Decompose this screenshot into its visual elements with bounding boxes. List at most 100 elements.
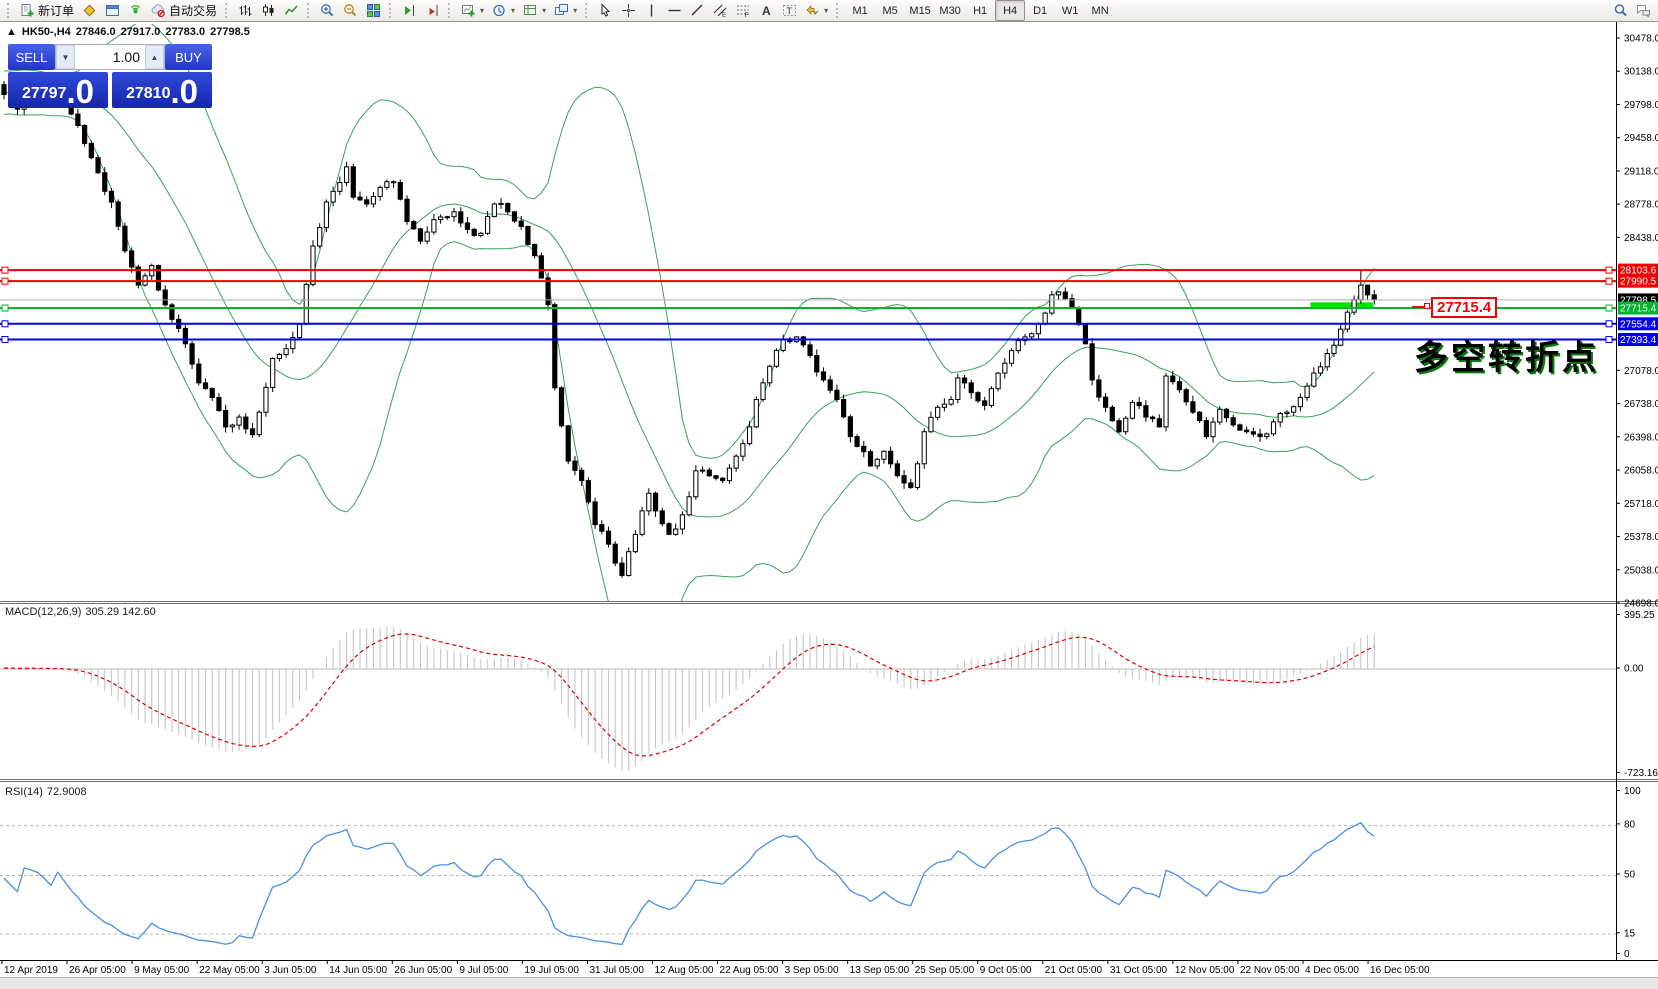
candlestick-chart-button[interactable] bbox=[257, 0, 280, 21]
new-order-button-label: 新订单 bbox=[38, 2, 74, 19]
volume-increase-button[interactable]: ▲ bbox=[145, 45, 164, 69]
svg-text:25718.0: 25718.0 bbox=[1624, 499, 1658, 510]
gold-icon bbox=[82, 3, 97, 18]
line-chart-button[interactable] bbox=[280, 0, 303, 21]
ohlc-low: 27783.0 bbox=[165, 26, 205, 38]
zoom-in-icon bbox=[320, 3, 335, 18]
tf-m1-button-label: M1 bbox=[852, 5, 867, 17]
tf-m5-button[interactable]: M5 bbox=[875, 0, 905, 21]
zoom-out-icon bbox=[343, 3, 358, 18]
metaquotes-button[interactable] bbox=[78, 0, 101, 21]
cursor-icon bbox=[598, 3, 613, 18]
market-watch-button[interactable] bbox=[101, 0, 124, 21]
svg-text:12 Apr 2019: 12 Apr 2019 bbox=[4, 965, 58, 976]
tf-h4-button-label: H4 bbox=[1003, 5, 1017, 17]
search-button[interactable] bbox=[1609, 0, 1632, 21]
buy-price-main: 27810 bbox=[126, 81, 171, 107]
zoom-out-button[interactable] bbox=[339, 0, 362, 21]
cursor-button[interactable] bbox=[594, 0, 617, 21]
tf-mn-button-label: MN bbox=[1092, 5, 1109, 17]
chat-icon bbox=[1636, 3, 1651, 18]
macd-values: 305.29 142.60 bbox=[85, 606, 155, 618]
chart-canvas[interactable]: 30478.030138.029798.029458.029118.028778… bbox=[0, 0, 1658, 989]
horizontal-line-button[interactable] bbox=[663, 0, 686, 21]
text-icon: A bbox=[759, 3, 774, 18]
chart-title: ▲HK50-,H427846.027917.027783.027798.5 bbox=[6, 26, 255, 38]
templates-button[interactable]: ▾ bbox=[519, 0, 550, 21]
svg-text:31 Oct 05:00: 31 Oct 05:00 bbox=[1110, 965, 1168, 976]
svg-text:26398.0: 26398.0 bbox=[1624, 432, 1658, 443]
bar-chart-button[interactable] bbox=[234, 0, 257, 21]
rsi-name: RSI(14) bbox=[5, 786, 43, 798]
fibonacci-button[interactable]: F bbox=[732, 0, 755, 21]
svg-text:21 Oct 05:00: 21 Oct 05:00 bbox=[1045, 965, 1103, 976]
svg-text:12 Nov 05:00: 12 Nov 05:00 bbox=[1175, 965, 1235, 976]
tf-m30-button-label: M30 bbox=[939, 5, 960, 17]
tf-m5-button-label: M5 bbox=[882, 5, 897, 17]
svg-text:30138.0: 30138.0 bbox=[1624, 67, 1658, 78]
autotrading-button[interactable]: 自动交易 bbox=[147, 0, 221, 21]
svg-text:25038.0: 25038.0 bbox=[1624, 565, 1658, 576]
svg-text:27078.0: 27078.0 bbox=[1624, 366, 1658, 377]
rsi-indicator-label: RSI(14)72.9008 bbox=[5, 786, 91, 798]
price-annotation-box[interactable]: 27715.4 bbox=[1431, 297, 1497, 318]
tile-icon bbox=[366, 3, 381, 18]
tf-h4-button[interactable]: H4 bbox=[995, 0, 1025, 21]
signal-icon bbox=[128, 3, 143, 18]
tf-h1-button[interactable]: H1 bbox=[965, 0, 995, 21]
vertical-line-button[interactable] bbox=[640, 0, 663, 21]
tile-windows-button[interactable] bbox=[362, 0, 385, 21]
windows-button[interactable]: ▾ bbox=[550, 0, 581, 21]
periods-button[interactable]: ▾ bbox=[488, 0, 519, 21]
toolbar-grip bbox=[836, 3, 841, 18]
turning-point-text[interactable]: 多空转折点 bbox=[1414, 330, 1599, 379]
arrows-button[interactable]: ▾ bbox=[801, 0, 832, 21]
autotrading-button-label: 自动交易 bbox=[169, 2, 217, 19]
tf-m1-button[interactable]: M1 bbox=[845, 0, 875, 21]
tf-w1-button[interactable]: W1 bbox=[1055, 0, 1085, 21]
svg-text:25378.0: 25378.0 bbox=[1624, 532, 1658, 543]
svg-text:29798.0: 29798.0 bbox=[1624, 100, 1658, 111]
tf-d1-button-label: D1 bbox=[1033, 5, 1047, 17]
toolbar: 新订单自动交易▾▾▾▾EFAT▾M1M5M15M30H1H4D1W1MN bbox=[0, 0, 1658, 22]
text-label-button[interactable]: T bbox=[778, 0, 801, 21]
buy-price-big-digit: .0 bbox=[170, 77, 198, 107]
trendline-icon bbox=[690, 3, 705, 18]
volume-decrease-button[interactable]: ▼ bbox=[56, 45, 75, 69]
text-button[interactable]: A bbox=[755, 0, 778, 21]
volume-input[interactable]: 1.00 bbox=[75, 45, 145, 69]
buy-price-display[interactable]: 27810.0 bbox=[112, 72, 212, 108]
svg-text:27554.4: 27554.4 bbox=[1620, 319, 1657, 330]
chart-shift-button[interactable] bbox=[398, 0, 421, 21]
svg-text:9 Oct 05:00: 9 Oct 05:00 bbox=[980, 965, 1032, 976]
crosshair-button[interactable] bbox=[617, 0, 640, 21]
tf-m15-button[interactable]: M15 bbox=[905, 0, 935, 21]
new-order-button[interactable]: 新订单 bbox=[16, 0, 78, 21]
svg-text:12 Aug 05:00: 12 Aug 05:00 bbox=[655, 965, 714, 976]
buy-button[interactable]: BUY bbox=[165, 44, 212, 70]
equidistant-channel-button[interactable]: E bbox=[709, 0, 732, 21]
auto-scroll-button[interactable] bbox=[421, 0, 444, 21]
tf-m30-button[interactable]: M30 bbox=[935, 0, 965, 21]
svg-text:15: 15 bbox=[1624, 928, 1636, 939]
trendline-button[interactable] bbox=[686, 0, 709, 21]
candles-icon bbox=[261, 3, 276, 18]
toolbar-grip bbox=[7, 3, 12, 18]
chat-button[interactable] bbox=[1632, 0, 1655, 21]
tf-mn-button[interactable]: MN bbox=[1085, 0, 1115, 21]
svg-text:16 Dec 05:00: 16 Dec 05:00 bbox=[1370, 965, 1430, 976]
signals-button[interactable] bbox=[124, 0, 147, 21]
window-icon bbox=[105, 3, 120, 18]
sell-button[interactable]: SELL bbox=[8, 44, 55, 70]
fibo-icon: F bbox=[736, 3, 751, 18]
indicators-button[interactable]: ▾ bbox=[457, 0, 488, 21]
zoom-in-button[interactable] bbox=[316, 0, 339, 21]
svg-text:27393.4: 27393.4 bbox=[1620, 335, 1657, 346]
svg-text:30478.0: 30478.0 bbox=[1624, 34, 1658, 45]
sell-price-display[interactable]: 27797.0 bbox=[8, 72, 108, 108]
svg-text:14 Jun 05:00: 14 Jun 05:00 bbox=[329, 965, 387, 976]
ohlc-high: 27917.0 bbox=[121, 26, 161, 38]
template-icon bbox=[523, 3, 538, 18]
tf-d1-button[interactable]: D1 bbox=[1025, 0, 1055, 21]
svg-text:T: T bbox=[787, 6, 793, 16]
